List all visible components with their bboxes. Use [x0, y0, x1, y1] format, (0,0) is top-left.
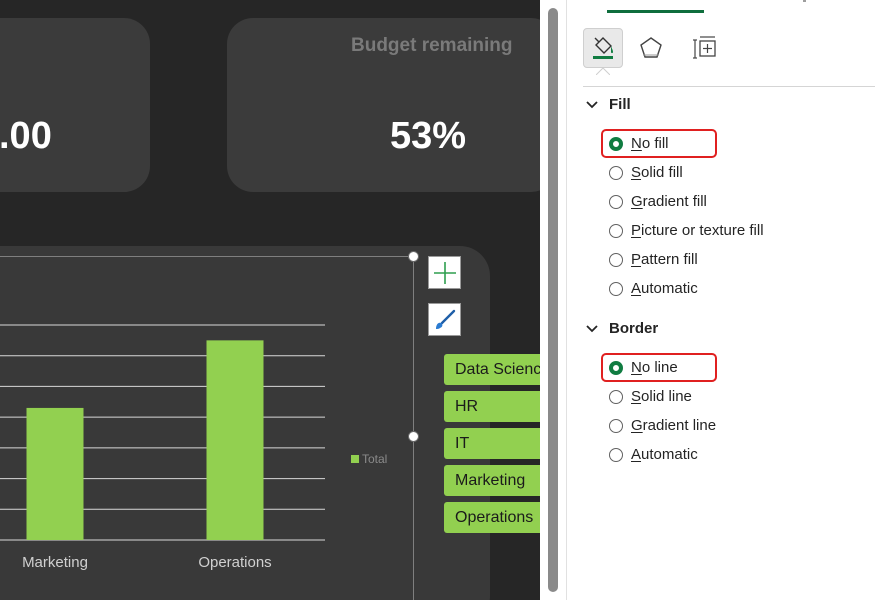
radio-picture-texture-fill[interactable] — [609, 223, 623, 238]
option-gradient-line[interactable]: Gradient line — [609, 417, 716, 434]
option-pattern-fill[interactable]: Pattern fill — [609, 251, 698, 268]
paintbrush-icon — [435, 309, 455, 329]
fill-line-icon — [593, 37, 613, 59]
option-solid-fill[interactable]: Solid fill — [609, 164, 683, 181]
option-label-pattern-fill: Pattern fill — [631, 251, 698, 268]
radio-gradient-fill[interactable] — [609, 194, 623, 209]
chart-selection-frame — [0, 256, 414, 600]
filter-item-data-science[interactable]: Data Science — [444, 354, 540, 385]
option-label-gradient-line: Gradient line — [631, 417, 717, 434]
filter-item-it[interactable]: IT — [444, 428, 540, 459]
format-pane: Fill No fill Solid fill Gradient fill Pi… — [566, 0, 875, 600]
radio-pattern-fill[interactable] — [609, 252, 623, 267]
option-label-no-fill: No fill — [631, 135, 669, 152]
option-no-line[interactable]: No line — [609, 359, 678, 376]
chart-filter-list: Data Science HR IT Marketing Operations — [444, 354, 540, 539]
vertical-scrollbar[interactable] — [540, 0, 566, 600]
option-label-gradient-fill: Gradient fill — [631, 193, 707, 210]
option-picture-texture-fill[interactable]: Picture or texture fill — [609, 222, 764, 239]
chevron-down-icon — [586, 324, 598, 332]
chevron-down-icon — [586, 100, 598, 108]
fill-section-header[interactable]: Fill — [586, 96, 631, 113]
fill-and-line-tab[interactable] — [583, 28, 623, 68]
radio-automatic-line[interactable] — [609, 447, 623, 462]
option-label-solid-fill: Solid fill — [631, 164, 683, 181]
border-heading: Border — [609, 320, 659, 337]
effects-icon — [640, 37, 662, 58]
active-tab-indicator — [607, 10, 704, 13]
radio-gradient-line[interactable] — [609, 418, 623, 433]
chart-styles-button[interactable] — [428, 303, 461, 336]
option-label-no-line: No line — [631, 359, 678, 376]
scrollbar-thumb[interactable] — [548, 8, 558, 592]
option-automatic-fill[interactable]: Automatic — [609, 280, 698, 297]
option-label-picture-texture-fill: Picture or texture fill — [631, 222, 764, 239]
effects-tab[interactable] — [631, 28, 671, 68]
size-properties-icon — [693, 36, 716, 59]
dashboard-canvas: .00 Budget remaining 53% Marketing Operat… — [0, 0, 540, 600]
radio-no-fill[interactable] — [609, 136, 623, 151]
option-gradient-fill[interactable]: Gradient fill — [609, 193, 707, 210]
resize-handle-right[interactable] — [408, 431, 419, 442]
option-solid-line[interactable]: Solid line — [609, 388, 692, 405]
radio-no-line[interactable] — [609, 360, 623, 375]
plus-icon — [433, 261, 456, 284]
resize-handle-top-right[interactable] — [408, 251, 419, 262]
option-label-automatic-line: Automatic — [631, 446, 698, 463]
tab-edge — [803, 0, 806, 2]
radio-solid-line[interactable] — [609, 389, 623, 404]
filter-item-hr[interactable]: HR — [444, 391, 540, 422]
option-automatic-line[interactable]: Automatic — [609, 446, 698, 463]
filter-item-marketing[interactable]: Marketing — [444, 465, 540, 496]
option-label-solid-line: Solid line — [631, 388, 692, 405]
radio-automatic-fill[interactable] — [609, 281, 623, 296]
border-section-header[interactable]: Border — [586, 320, 658, 337]
option-label-automatic-fill: Automatic — [631, 280, 698, 297]
active-tab-caret — [596, 67, 610, 75]
pane-divider — [583, 86, 875, 87]
chart-elements-button[interactable] — [428, 256, 461, 289]
fill-heading: Fill — [609, 96, 631, 113]
filter-item-operations[interactable]: Operations — [444, 502, 540, 533]
option-no-fill[interactable]: No fill — [609, 135, 669, 152]
size-properties-tab[interactable] — [685, 28, 725, 68]
radio-solid-fill[interactable] — [609, 165, 623, 180]
